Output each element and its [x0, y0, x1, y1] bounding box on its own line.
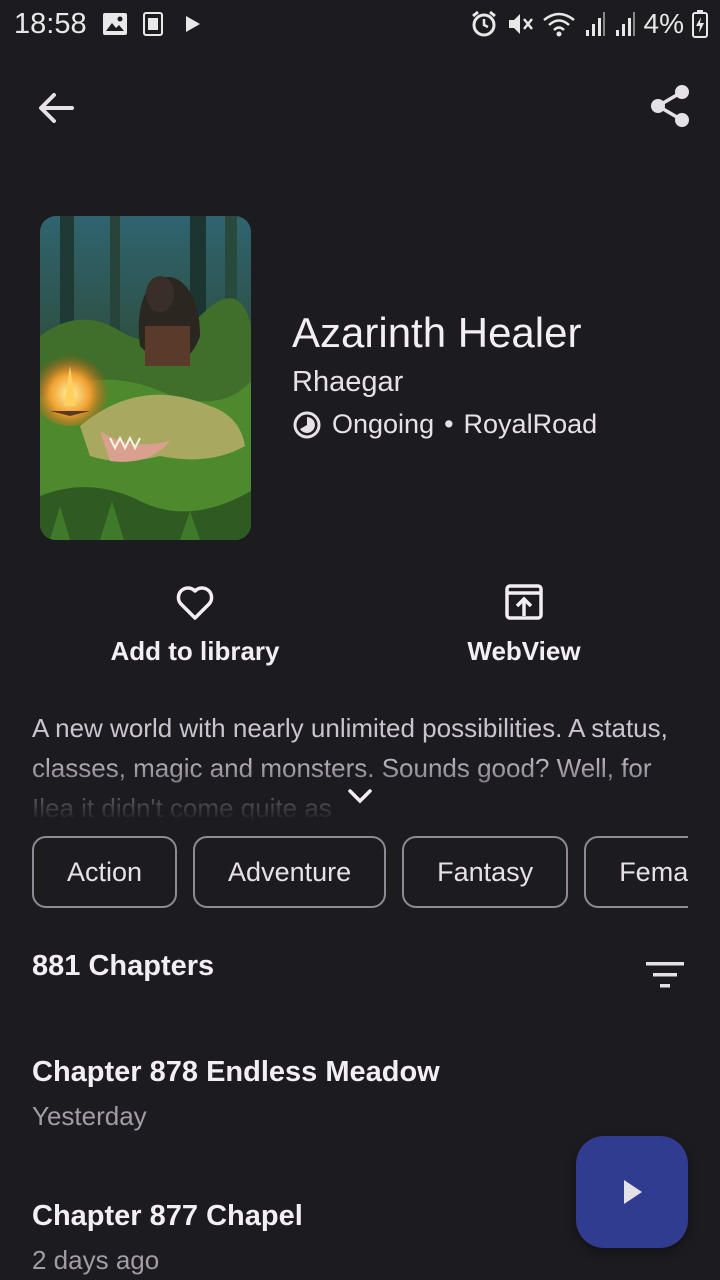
signal-icon: [585, 12, 605, 36]
tag-row: ActionAdventureFantasyFemale Lead: [32, 836, 688, 908]
genre-tag-chip[interactable]: Action: [32, 836, 178, 908]
genre-tags: ActionAdventureFantasyFemale Lead: [32, 836, 688, 914]
action-row: Add to library WebView: [0, 580, 720, 690]
chapter-list-item[interactable]: Chapter 877 Chapel 2 days ago: [32, 1200, 632, 1276]
open-in-browser-icon: [505, 584, 543, 620]
genre-tag-chip[interactable]: Adventure: [193, 836, 387, 908]
heart-icon: [176, 586, 214, 620]
filter-icon[interactable]: [646, 960, 684, 990]
novel-title: Azarinth Healer: [292, 309, 582, 356]
webview-button[interactable]: WebView: [394, 580, 654, 680]
signal-icon: [615, 12, 635, 36]
play-icon: [186, 16, 200, 32]
novel-source: RoyalRoad: [463, 409, 598, 439]
cover-illustration: [40, 216, 251, 540]
share-icon[interactable]: [644, 80, 696, 132]
status-right: 4%: [470, 8, 708, 40]
status-ongoing-icon: [293, 411, 321, 438]
genre-tag-chip[interactable]: Female Lead: [584, 836, 688, 908]
battery-charging-icon: [692, 10, 708, 38]
top-app-bar: [0, 70, 720, 140]
alarm-icon: [471, 10, 496, 37]
chapter-date: 2 days ago: [32, 1245, 160, 1275]
genre-tag-chip[interactable]: Fantasy: [402, 836, 569, 908]
wifi-icon: [542, 12, 575, 37]
play-icon: [624, 1180, 642, 1204]
novel-author: Rhaegar: [292, 366, 404, 398]
mute-icon: [508, 14, 533, 34]
novel-meta: Ongoing • RoyalRoad: [292, 409, 702, 440]
chapter-list-item[interactable]: Chapter 878 Endless Meadow Yesterday: [32, 1056, 632, 1132]
novel-status: Ongoing: [332, 409, 435, 439]
add-to-library-button[interactable]: Add to library: [65, 580, 325, 680]
status-bar: 18:58 4%: [0, 0, 720, 50]
chapters-header: 881 Chapters: [32, 950, 688, 1000]
meta-separator: •: [444, 409, 454, 439]
status-time: 18:58: [14, 8, 87, 40]
image-icon: [103, 13, 127, 35]
chapter-date: Yesterday: [32, 1101, 147, 1131]
webview-label: WebView: [467, 636, 581, 666]
battery-percentage: 4%: [643, 8, 684, 39]
resume-reading-fab[interactable]: [576, 1136, 688, 1248]
add-to-library-label: Add to library: [110, 636, 280, 666]
novel-info: Azarinth Healer Rhaegar Ongoing • RoyalR…: [292, 308, 702, 440]
chapter-title: Chapter 878 Endless Meadow: [32, 1056, 440, 1088]
chapters-count: 881 Chapters: [32, 950, 215, 982]
keyboard-icon: [143, 12, 163, 36]
chevron-down-icon[interactable]: [346, 784, 374, 808]
novel-cover-image[interactable]: [40, 216, 251, 540]
chapter-title: Chapter 877 Chapel: [32, 1200, 303, 1232]
back-arrow-icon[interactable]: [32, 84, 80, 132]
